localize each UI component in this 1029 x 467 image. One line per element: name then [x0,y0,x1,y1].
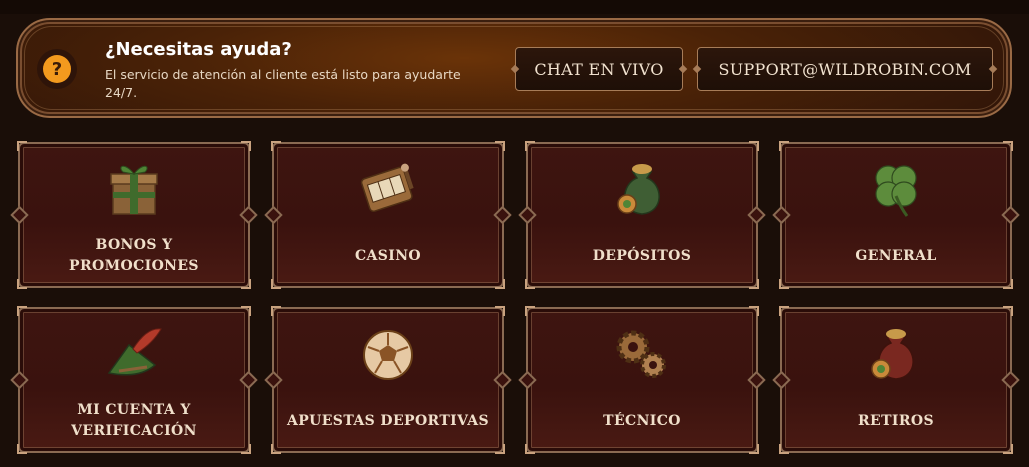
category-card-retiros[interactable]: RETIROS [779,306,1013,454]
help-description: El servicio de atención al cliente está … [105,67,461,100]
category-label: DEPÓSITOS [592,247,692,264]
category-card-casino[interactable]: CASINO [271,141,505,289]
soccer-ball-icon [363,330,413,380]
live-chat-button[interactable]: CHAT EN VIVO [515,47,683,91]
slot-machine-icon [360,163,414,213]
clover-icon [875,165,917,217]
help-banner: ? ¿Necesitas ayuda? El servicio de atenc… [16,18,1012,118]
category-card-depositos[interactable]: DEPÓSITOS [525,141,759,289]
gift-box-icon [110,165,158,215]
category-label: BONOS Y PROMOCIONES [69,237,199,274]
category-label: CASINO [354,247,422,264]
category-label: GENERAL [855,247,937,264]
question-mark-icon: ? [37,49,77,89]
category-card-general[interactable]: GENERAL [779,141,1013,289]
gears-icon [616,330,666,378]
category-label: APUESTAS DEPORTIVAS [286,412,490,429]
category-label: TÉCNICO [603,412,681,429]
support-email-button[interactable]: SUPPORT@WILDROBIN.COM [697,47,993,91]
category-card-mi-cuenta[interactable]: MI CUENTA Y VERIFICACIÓN [17,306,251,454]
red-money-bag-icon [871,329,914,380]
category-label: RETIROS [857,412,934,429]
category-label: MI CUENTA Y VERIFICACIÓN [71,402,197,439]
category-card-bonos[interactable]: BONOS Y PROMOCIONES [17,141,251,289]
category-card-tecnico[interactable]: TÉCNICO [525,306,759,454]
top-strip [0,0,1029,14]
feathered-hat-icon [107,328,162,376]
category-card-apuestas[interactable]: APUESTAS DEPORTIVAS [271,306,505,454]
money-bag-icon [617,164,660,215]
help-title: ¿Necesitas ayuda? [105,39,292,60]
